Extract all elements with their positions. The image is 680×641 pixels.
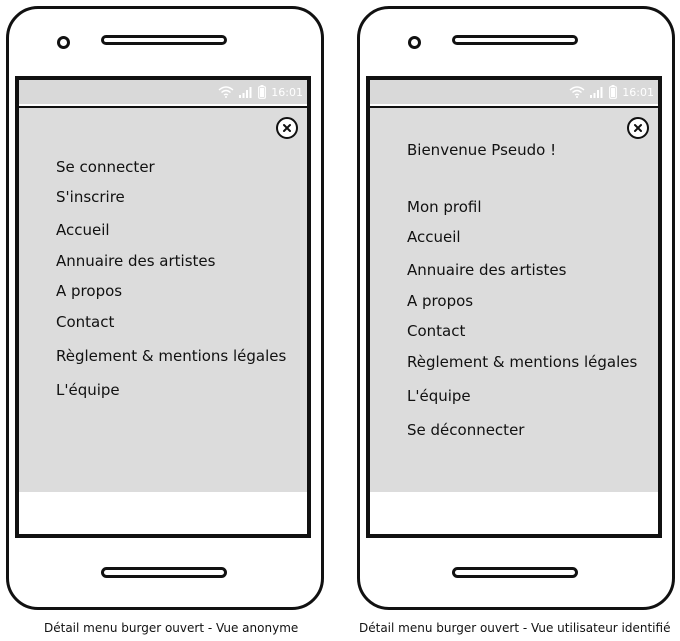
menu-item-reglement[interactable]: Règlement & mentions légales <box>56 347 286 365</box>
signal-icon <box>590 87 603 98</box>
menu-item-mon-profil[interactable]: Mon profil <box>407 198 482 216</box>
menu-item-equipe[interactable]: L'équipe <box>56 381 120 399</box>
screen-footer <box>370 492 658 534</box>
menu-item-contact[interactable]: Contact <box>407 322 465 340</box>
burger-menu-panel: Se connecter S'inscrire Accueil Annuaire… <box>19 106 307 494</box>
home-button <box>101 567 227 578</box>
menu-item-annuaire[interactable]: Annuaire des artistes <box>56 252 215 270</box>
phone-screen: 16:01 Bienvenue Pseudo ! Mon profil Accu… <box>366 76 662 538</box>
welcome-message: Bienvenue Pseudo ! <box>407 141 557 159</box>
menu-item-a-propos[interactable]: A propos <box>407 292 473 310</box>
burger-menu-panel: Bienvenue Pseudo ! Mon profil Accueil An… <box>370 106 658 494</box>
caption-anonymous: Détail menu burger ouvert - Vue anonyme <box>44 621 299 635</box>
menu-item-accueil[interactable]: Accueil <box>56 221 110 239</box>
close-button[interactable] <box>627 117 649 139</box>
camera-icon <box>57 36 70 49</box>
status-bar: 16:01 <box>370 80 658 106</box>
home-button <box>452 567 578 578</box>
close-circle-icon <box>634 124 642 132</box>
wifi-icon <box>218 86 234 98</box>
status-time: 16:01 <box>622 85 654 99</box>
menu-item-se-connecter[interactable]: Se connecter <box>56 158 155 176</box>
wifi-icon <box>569 86 585 98</box>
phone-mockup-user: 16:01 Bienvenue Pseudo ! Mon profil Accu… <box>357 6 675 610</box>
menu-item-equipe[interactable]: L'équipe <box>407 387 471 405</box>
battery-icon <box>258 85 267 99</box>
menu-item-s-inscrire[interactable]: S'inscrire <box>56 188 125 206</box>
signal-icon <box>239 87 252 98</box>
speaker-grille <box>452 35 578 45</box>
close-button[interactable] <box>276 117 298 139</box>
screen-footer <box>19 492 307 534</box>
phone-screen: 16:01 Se connecter S'inscrire Accueil An… <box>15 76 311 538</box>
menu-item-accueil[interactable]: Accueil <box>407 228 461 246</box>
phone-mockup-anonymous: 16:01 Se connecter S'inscrire Accueil An… <box>6 6 324 610</box>
status-bar: 16:01 <box>19 80 307 106</box>
menu-item-contact[interactable]: Contact <box>56 313 114 331</box>
speaker-grille <box>101 35 227 45</box>
caption-user: Détail menu burger ouvert - Vue utilisat… <box>359 621 671 635</box>
menu-item-se-deconnecter[interactable]: Se déconnecter <box>407 421 524 439</box>
status-time: 16:01 <box>271 85 303 99</box>
menu-item-a-propos[interactable]: A propos <box>56 282 122 300</box>
menu-item-annuaire[interactable]: Annuaire des artistes <box>407 261 566 279</box>
camera-icon <box>408 36 421 49</box>
menu-item-reglement[interactable]: Règlement & mentions légales <box>407 353 637 371</box>
battery-icon <box>609 85 618 99</box>
close-circle-icon <box>283 124 291 132</box>
